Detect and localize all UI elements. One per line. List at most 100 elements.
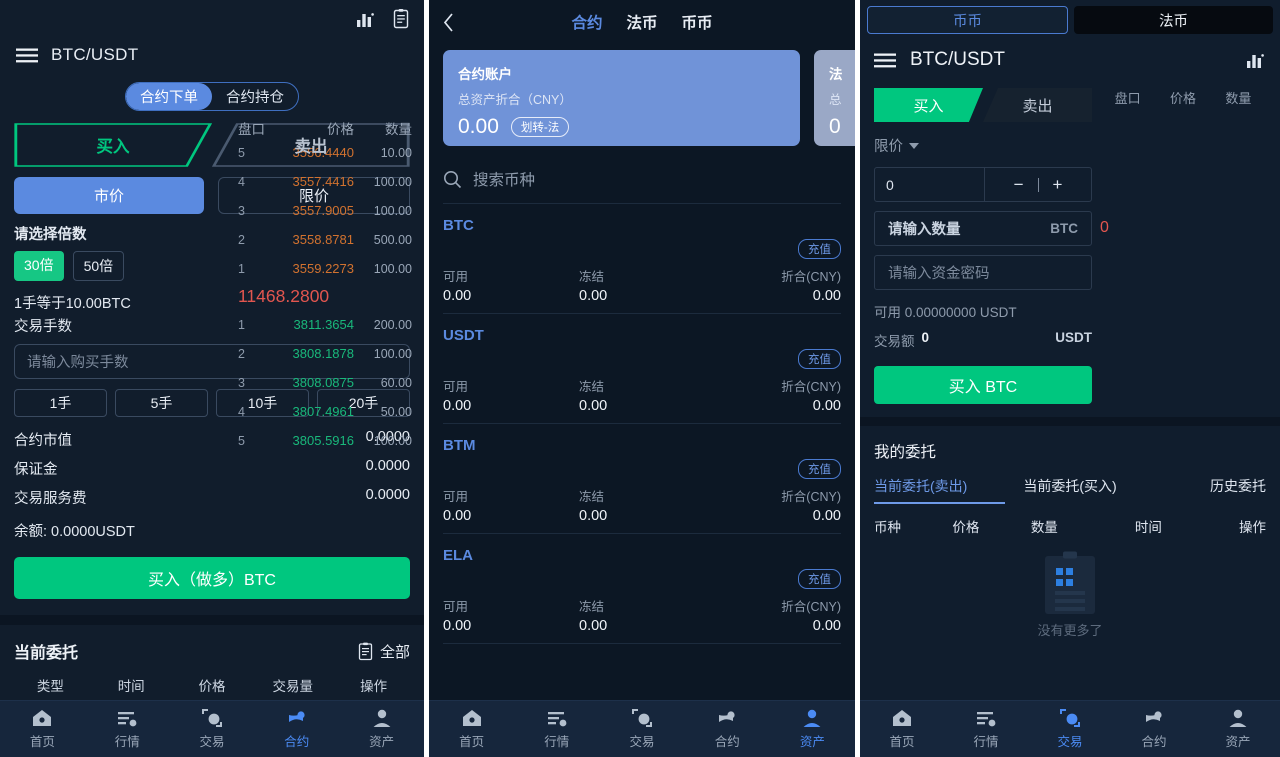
deposit-button[interactable]: 充值 (798, 459, 841, 479)
nav-item-markets[interactable]: 行情 (944, 708, 1028, 750)
tab-contract-account[interactable]: 合约 (571, 11, 602, 33)
deposit-button[interactable]: 充值 (798, 569, 841, 589)
nav-item-contract[interactable]: 合约 (254, 708, 339, 750)
orderbook-bid-row[interactable]: 5 3805.5916 100.00 (234, 426, 424, 455)
account-card-fiat[interactable]: 法 总 0 (814, 50, 855, 146)
tab-spot-account[interactable]: 币币 (682, 11, 713, 33)
segment-item-positions[interactable]: 合约持仓 (212, 83, 298, 110)
asset-col-cny: 折合(CNY) (781, 600, 841, 614)
summary-row-margin: 保证金 0.0000 (14, 458, 410, 479)
orders-col-volume: 交易量 (272, 679, 314, 694)
buy-long-button[interactable]: 买入（做多）BTC (14, 557, 410, 599)
screenshot-root: BTC/USDT 合约下单 合约持仓 买入 卖出 市价 限价 请选择倍数 30倍… (0, 0, 1280, 757)
orderbook-ask-row[interactable]: 4 3557.4416 100.00 (234, 167, 424, 196)
nav-item-trade[interactable]: 交易 (1028, 708, 1112, 750)
account-card-contract[interactable]: 合约账户 总资产折合（CNY） 0.00 划转-法 (443, 50, 800, 146)
orderbook-ask-row[interactable]: 1 3559.2273 100.00 (234, 254, 424, 283)
tab-open-buy-orders[interactable]: 当前委托(买入) (1005, 476, 1136, 504)
ob-idx: 1 (238, 261, 245, 276)
contract-segment: 合约下单 合约持仓 (0, 82, 424, 111)
nav-label-contract: 合约 (714, 735, 740, 749)
asset-name: ELA (443, 547, 473, 564)
nav-item-assets[interactable]: 资产 (1196, 708, 1280, 750)
search-coin-input[interactable]: 搜索币种 (443, 168, 841, 204)
tab-order-history[interactable]: 历史委托 (1135, 476, 1266, 504)
home-icon (462, 710, 481, 726)
home-icon (33, 710, 52, 726)
list-item[interactable]: BTM 充值 可用 冻结 折合(CNY) 0.00 0.00 0.00 (429, 424, 855, 534)
chart-bars-icon[interactable] (1244, 49, 1266, 71)
my-col-coin: 币种 (874, 520, 901, 535)
lot-preset-1[interactable]: 1手 (14, 389, 107, 417)
asset-cny: 0.00 (812, 288, 841, 304)
orderbook: 盘口 价格 数量 0 (1092, 82, 1280, 404)
transfer-pill-button[interactable]: 划转-法 (510, 117, 570, 137)
ob-idx: 1 (238, 317, 245, 332)
nav-item-markets[interactable]: 行情 (514, 708, 599, 750)
nav-label-trade: 交易 (1057, 735, 1083, 749)
leverage-50x[interactable]: 50倍 (72, 251, 125, 281)
ob-col-qty: 数量 (385, 122, 412, 137)
list-item[interactable]: ELA 充值 可用 冻结 折合(CNY) 0.00 0.00 0.00 (429, 534, 855, 644)
stepper-minus-button[interactable]: − (1014, 175, 1024, 195)
orderbook-bid-row[interactable]: 2 3808.1878 100.00 (234, 339, 424, 368)
orders-all-button[interactable]: 全部 (357, 641, 410, 662)
nav-item-trade[interactable]: 交易 (170, 708, 255, 750)
tab-open-sell-orders[interactable]: 当前委托(卖出) (874, 476, 1005, 504)
deposit-button[interactable]: 充值 (798, 239, 841, 259)
nav-label-home: 首页 (459, 735, 485, 749)
nav-item-trade[interactable]: 交易 (599, 708, 684, 750)
panel1-pair-row[interactable]: BTC/USDT (0, 38, 424, 72)
stepper-plus-button[interactable]: + (1053, 175, 1063, 195)
list-item[interactable]: USDT 充值 可用 冻结 折合(CNY) 0.00 0.00 0.00 (429, 314, 855, 424)
price-input-value[interactable]: 0 (875, 168, 985, 201)
asset-name: BTC (443, 217, 474, 234)
nav-item-assets[interactable]: 资产 (770, 708, 855, 750)
nav-item-contract[interactable]: 合约 (1112, 708, 1196, 750)
asset-col-frozen: 冻结 (579, 490, 605, 504)
nav-item-markets[interactable]: 行情 (85, 708, 170, 750)
segment-item-order[interactable]: 合约下单 (126, 83, 212, 110)
tab-fiat-account[interactable]: 法币 (626, 11, 657, 33)
orderbook-ask-row[interactable]: 3 3557.9005 100.00 (234, 196, 424, 225)
deposit-button[interactable]: 充值 (798, 349, 841, 369)
price-stepper[interactable]: 0 − + (874, 167, 1092, 202)
trade-icon (632, 709, 652, 727)
nav-item-home[interactable]: 首页 (429, 708, 514, 750)
orderbook-ask-row[interactable]: 5 3556.4440 10.00 (234, 138, 424, 167)
quantity-input[interactable]: 请输入数量 BTC (874, 211, 1092, 246)
orderbook-bid-row[interactable]: 1 3811.3654 200.00 (234, 310, 424, 339)
summary-val-1: 0.0000 (365, 458, 410, 474)
nav-item-home[interactable]: 首页 (860, 708, 944, 750)
orderbook-bid-row[interactable]: 3 3808.0875 60.00 (234, 368, 424, 397)
lot-preset-5[interactable]: 5手 (115, 389, 208, 417)
toggle-fiat[interactable]: 法币 (1074, 6, 1273, 34)
orderbook-ask-row[interactable]: 2 3558.8781 500.00 (234, 225, 424, 254)
nav-label-contract: 合约 (284, 735, 310, 749)
ob-col-depth: 盘口 (1114, 91, 1141, 106)
summary-key-1: 保证金 (14, 462, 58, 478)
nav-item-home[interactable]: 首页 (0, 708, 85, 750)
nav-item-assets[interactable]: 资产 (339, 708, 424, 750)
account-type-tabs: 合约 法币 币币 (429, 11, 855, 33)
nav-label-markets: 行情 (544, 735, 570, 749)
leverage-30x[interactable]: 30倍 (14, 251, 64, 281)
list-item[interactable]: BTC 充值 可用 冻结 折合(CNY) 0.00 0.00 0.00 (429, 204, 855, 314)
nav-item-contract[interactable]: 合约 (685, 708, 770, 750)
tab-sell[interactable]: 卖出 (983, 88, 1092, 122)
menu-icon[interactable] (874, 53, 896, 68)
order-type-select[interactable]: 限价 (874, 135, 1092, 156)
ob-idx: 4 (238, 404, 245, 419)
menu-icon[interactable] (16, 48, 38, 63)
tab-buy[interactable]: 买入 (874, 88, 983, 122)
ob-idx: 2 (238, 346, 245, 361)
price-mode-market[interactable]: 市价 (14, 177, 204, 214)
toggle-spot[interactable]: 币币 (867, 6, 1068, 34)
chart-bars-icon[interactable] (354, 8, 376, 30)
panel-spot-trade: 币币 法币 BTC/USDT 买入 卖出 限价 0 − + 请输入数量 BTC … (860, 0, 1280, 757)
orderbook-bid-row[interactable]: 4 3807.4961 50.00 (234, 397, 424, 426)
buy-button[interactable]: 买入 BTC (874, 366, 1092, 404)
order-clipboard-icon[interactable] (390, 8, 412, 30)
tab-buy[interactable]: 买入 (14, 123, 212, 167)
fund-password-input[interactable]: 请输入资金密码 (874, 255, 1092, 290)
